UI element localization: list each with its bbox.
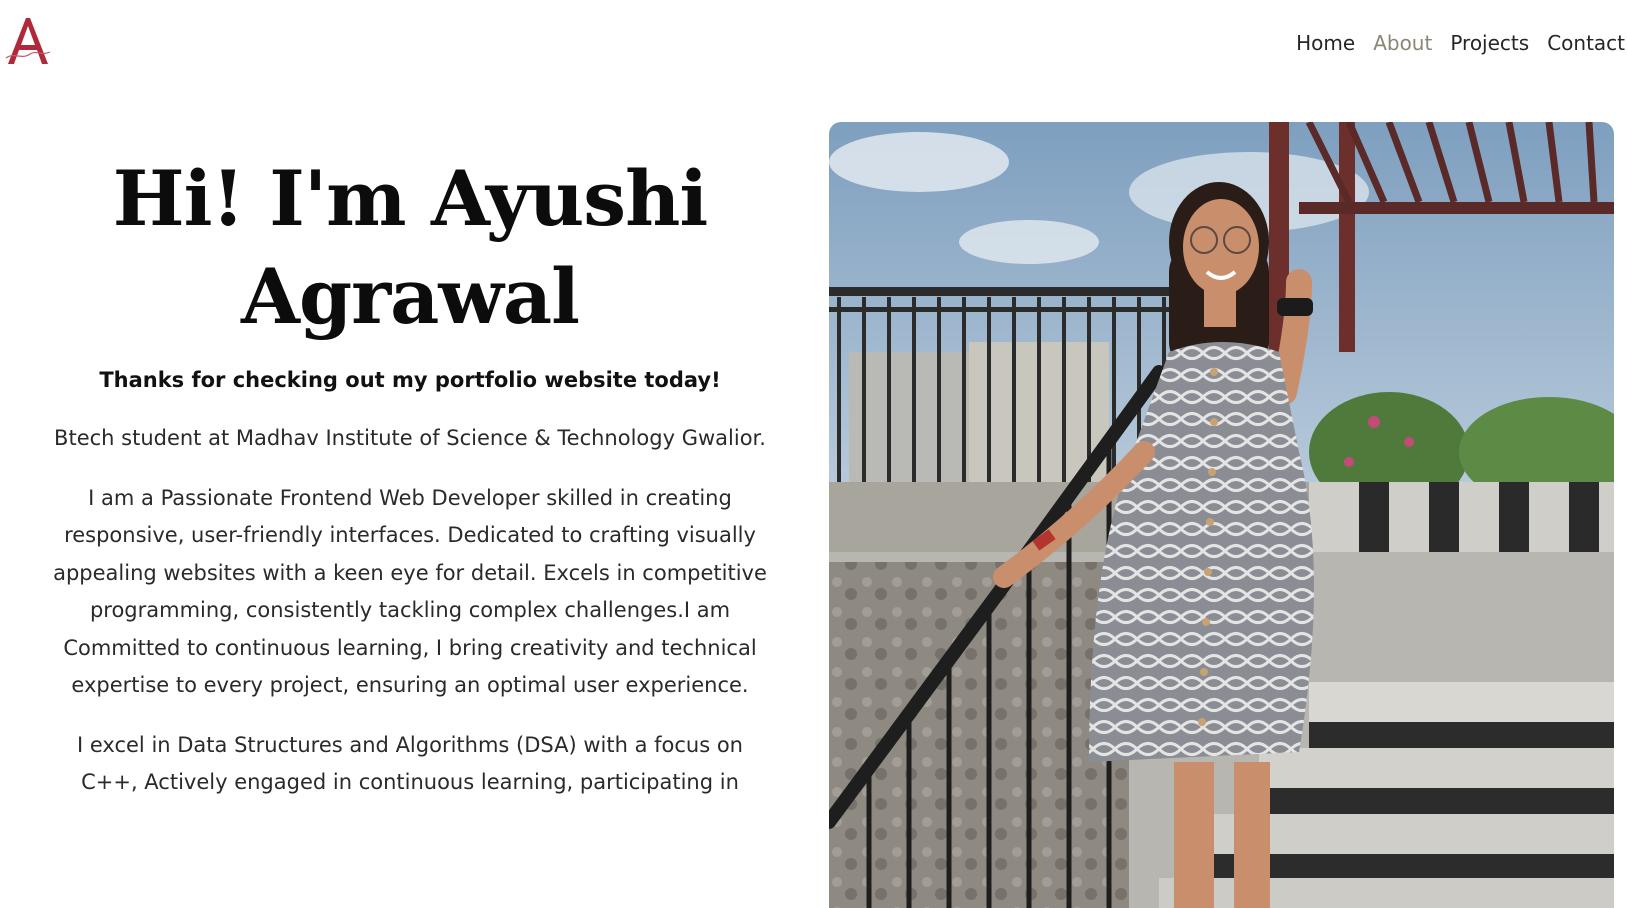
monogram-a-logo-icon: A: [5, 18, 51, 64]
hero-title-line1: Hi! I'm Ayushi: [112, 154, 708, 243]
dsa-paragraph: I excel in Data Structures and Algorithm…: [76, 732, 743, 795]
nav-contact[interactable]: Contact: [1538, 31, 1625, 55]
site-logo[interactable]: A: [4, 14, 52, 70]
profile-photo: [829, 122, 1614, 908]
hero-title-line2: Agrawal: [241, 252, 580, 341]
nav-home[interactable]: Home: [1287, 31, 1364, 55]
nav-about[interactable]: About: [1364, 31, 1441, 55]
intro-text: Hi! I'm Ayushi Agrawal Thanks for checki…: [40, 150, 780, 802]
nav-projects[interactable]: Projects: [1441, 31, 1538, 55]
hero-title: Hi! I'm Ayushi Agrawal: [40, 150, 780, 346]
main-nav: Home About Projects Contact: [1287, 31, 1625, 55]
profile-photo-image: [829, 122, 1614, 908]
hero-tagline: Thanks for checking out my portfolio web…: [99, 368, 721, 392]
education-paragraph: Btech student at Madhav Institute of Sci…: [54, 426, 766, 450]
about-paragraph: I am a Passionate Frontend Web Developer…: [53, 485, 767, 698]
